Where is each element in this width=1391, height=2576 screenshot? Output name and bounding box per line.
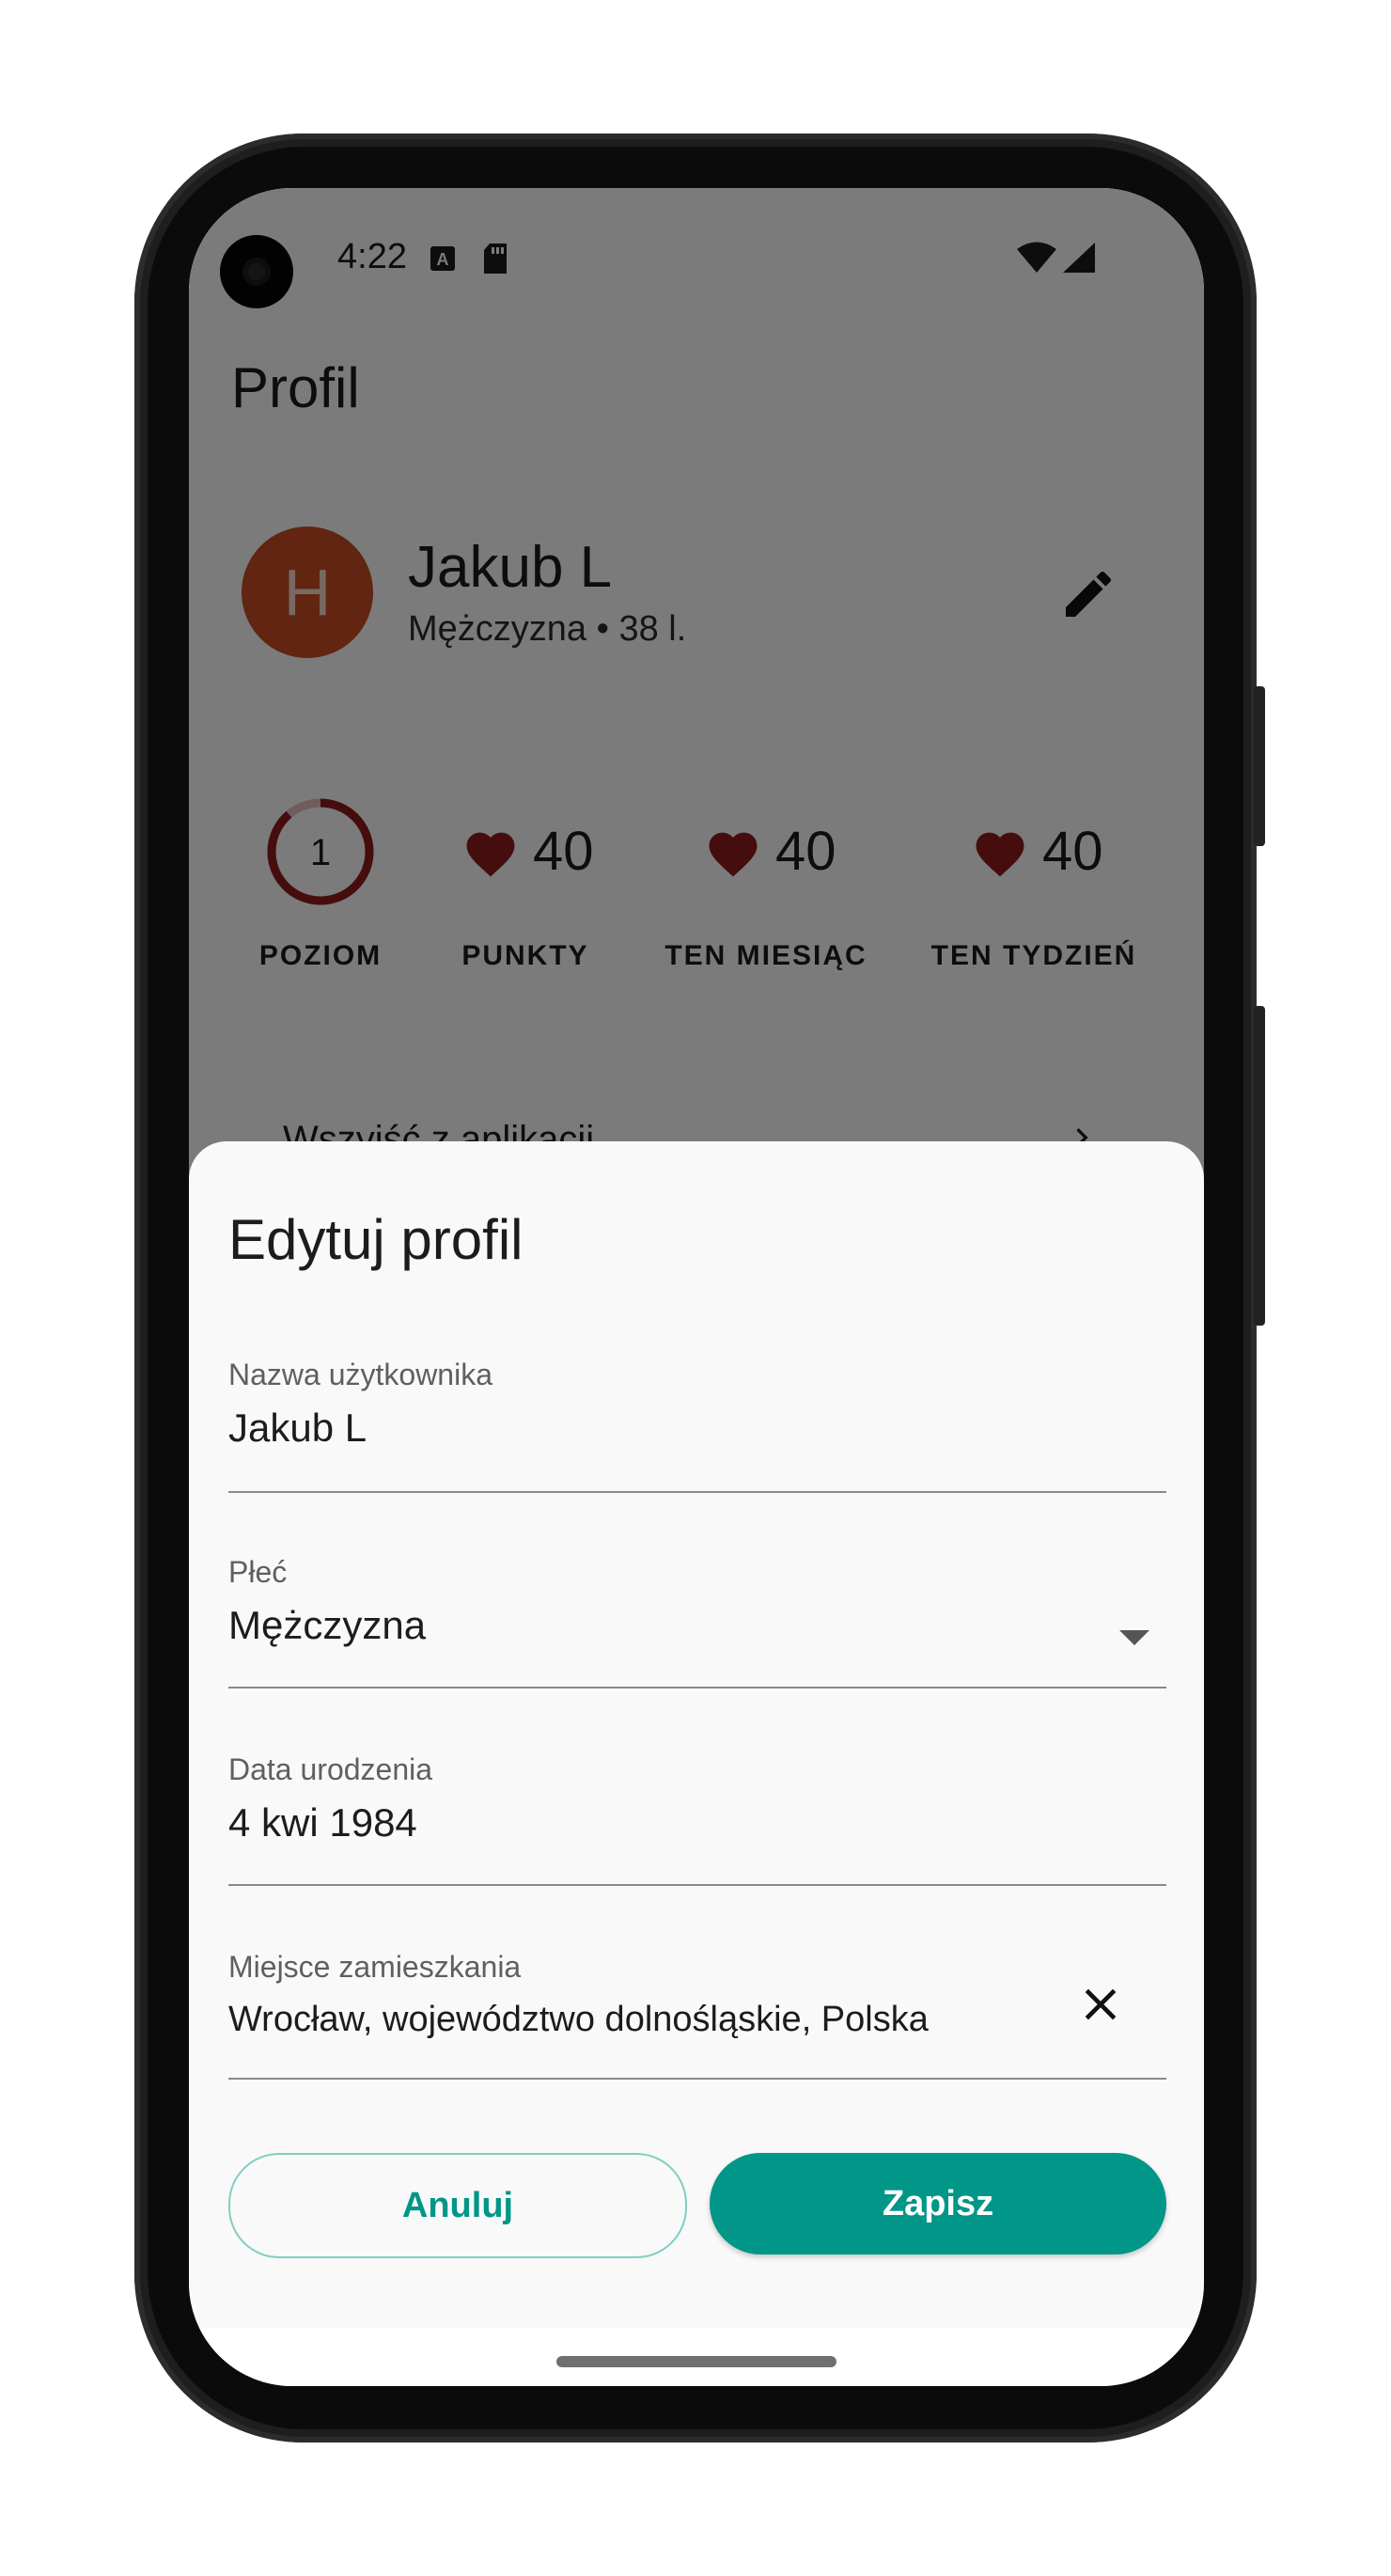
sheet-title: Edytuj profil	[228, 1208, 524, 1271]
username-underline	[228, 1491, 1166, 1493]
home-indicator[interactable]	[556, 2356, 836, 2367]
screen: 4:22 A Profil H Jakub L Mężczyzna • 38 l…	[189, 188, 1204, 2386]
gender-select[interactable]: Mężczyzna	[228, 1603, 1166, 1648]
location-label: Miejsce zamieszkania	[228, 1950, 522, 1984]
cancel-button[interactable]: Anuluj	[228, 2153, 687, 2258]
gender-label: Płeć	[228, 1555, 288, 1589]
location-input[interactable]: Wrocław, województwo dolnośląskie, Polsk…	[228, 2000, 1166, 2040]
birthdate-underline	[228, 1884, 1166, 1886]
save-button[interactable]: Zapisz	[710, 2153, 1166, 2254]
dropdown-arrow-icon[interactable]	[1119, 1630, 1149, 1645]
birthdate-field[interactable]: Data urodzenia 4 kwi 1984	[228, 1752, 1166, 1903]
username-label: Nazwa użytkownika	[228, 1358, 492, 1391]
close-icon[interactable]	[1074, 1978, 1127, 2031]
birthdate-label: Data urodzenia	[228, 1752, 433, 1786]
gender-dropdown[interactable]: Płeć Mężczyzna	[228, 1555, 1166, 1705]
location-underline	[228, 2078, 1166, 2080]
username-input[interactable]: Jakub L	[228, 1406, 1166, 1451]
birthdate-input[interactable]: 4 kwi 1984	[228, 1800, 1166, 1846]
location-field[interactable]: Miejsce zamieszkania Wrocław, województw…	[228, 1950, 1166, 2100]
volume-button	[1254, 1006, 1265, 1326]
edit-profile-sheet: Edytuj profil Nazwa użytkownika Jakub L …	[189, 1141, 1204, 2386]
username-field[interactable]: Nazwa użytkownika Jakub L	[228, 1358, 1166, 1508]
power-button	[1254, 686, 1265, 846]
gender-underline	[228, 1687, 1166, 1689]
